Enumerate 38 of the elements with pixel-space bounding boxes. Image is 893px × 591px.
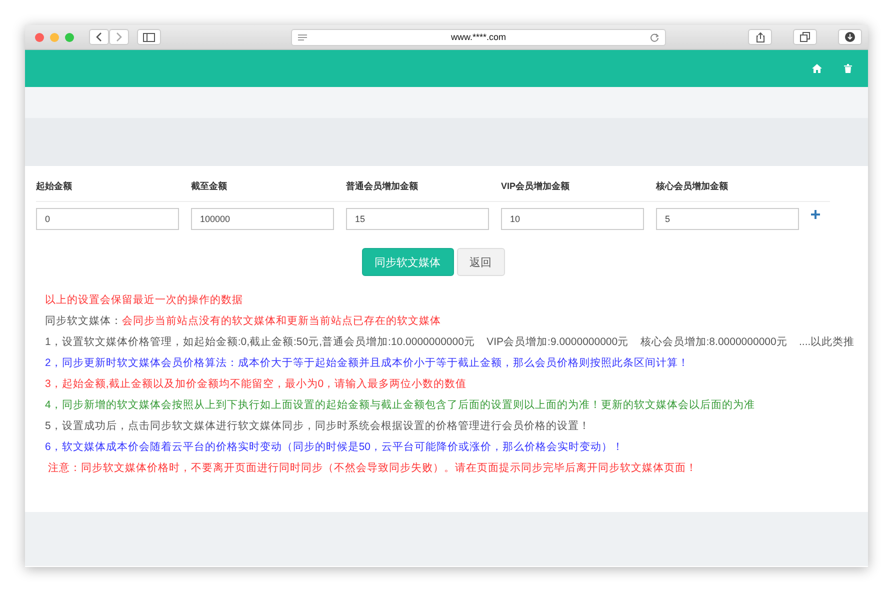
reload-icon[interactable] xyxy=(650,32,659,42)
field-label: 起始金额 xyxy=(36,180,73,193)
note-text: 2，同步更新时软文媒体会员价格算法：成本价大于等于起始金额并且成本价小于等于截止金额，那么会员价格则按照此条区间计算！ xyxy=(45,357,690,370)
note-text: 注意：同步软文媒体价格时，不要离开页面进行同时同步（不然会导致同步失败）。请在页面提示同步完毕后离开同步软文媒体页面！ xyxy=(46,462,698,476)
input-field[interactable]: 100000 xyxy=(191,208,334,230)
sidebar-icon xyxy=(143,32,155,42)
note-text: 1，设置软文媒体价格管理，如起始金额:0,截止金额:50元,普通会员增加:10.0000000000元 VIP会员增加:9.0000000000元 核心会员增加:8.0000000000元 ....以此类推 xyxy=(45,336,856,350)
trash-icon[interactable] xyxy=(844,64,852,73)
maximize-icon[interactable] xyxy=(65,32,74,42)
note-text: 4，同步新增的软文媒体会按照从上到下执行如上面设置的起始金额与截止金额包含了后面的设置则以上面的为准！更新的软文媒体会以后面的为准 xyxy=(45,399,756,412)
field-label: 普通会员增加金额 xyxy=(346,180,419,193)
tabs-button[interactable] xyxy=(793,29,817,45)
input-field[interactable]: 15 xyxy=(346,208,489,230)
note-text: 同步软文媒体：会同步当前站点没有的软文媒体和更新当前站点已存在的软文媒体 xyxy=(45,315,442,328)
input-field[interactable]: 10 xyxy=(501,208,644,230)
back-button[interactable]: 返回 xyxy=(456,248,504,276)
download-button[interactable] xyxy=(838,29,862,45)
input-field[interactable]: 5 xyxy=(656,208,799,230)
tabs-icon xyxy=(800,32,810,42)
note-text: 以上的设置会保留最近一次的操作的数据 xyxy=(45,294,244,308)
field-label: 核心会员增加金额 xyxy=(656,180,729,193)
download-icon xyxy=(845,32,855,42)
field-label: VIP会员增加金额 xyxy=(501,180,571,193)
share-button[interactable] xyxy=(748,29,772,45)
field-label: 截至金额 xyxy=(191,180,228,193)
reader-icon xyxy=(298,34,307,40)
forward-icon xyxy=(116,32,122,42)
sidebar-button[interactable] xyxy=(137,29,161,45)
note-text: 5，设置成功后，点击同步软文媒体进行软文媒体同步，同步时系统会根据设置的价格管理进行会员价格的设置！ xyxy=(45,420,591,434)
back-icon xyxy=(96,32,102,42)
back-button[interactable] xyxy=(89,29,109,45)
share-icon xyxy=(756,32,764,42)
close-icon[interactable] xyxy=(35,32,44,42)
add-icon[interactable] xyxy=(811,210,820,219)
note-text: 3，起始金额,截止金额以及加价金额均不能留空，最小为0，请输入最多两位小数的数值 xyxy=(45,378,468,392)
input-field[interactable]: 0 xyxy=(36,208,179,230)
note-text: 6，软文媒体成本价会随着云平台的价格实时变动（同步的时候是50，云平台可能降价或涨价，那么价格会实时变动）！ xyxy=(45,441,625,454)
home-icon[interactable] xyxy=(812,64,822,73)
